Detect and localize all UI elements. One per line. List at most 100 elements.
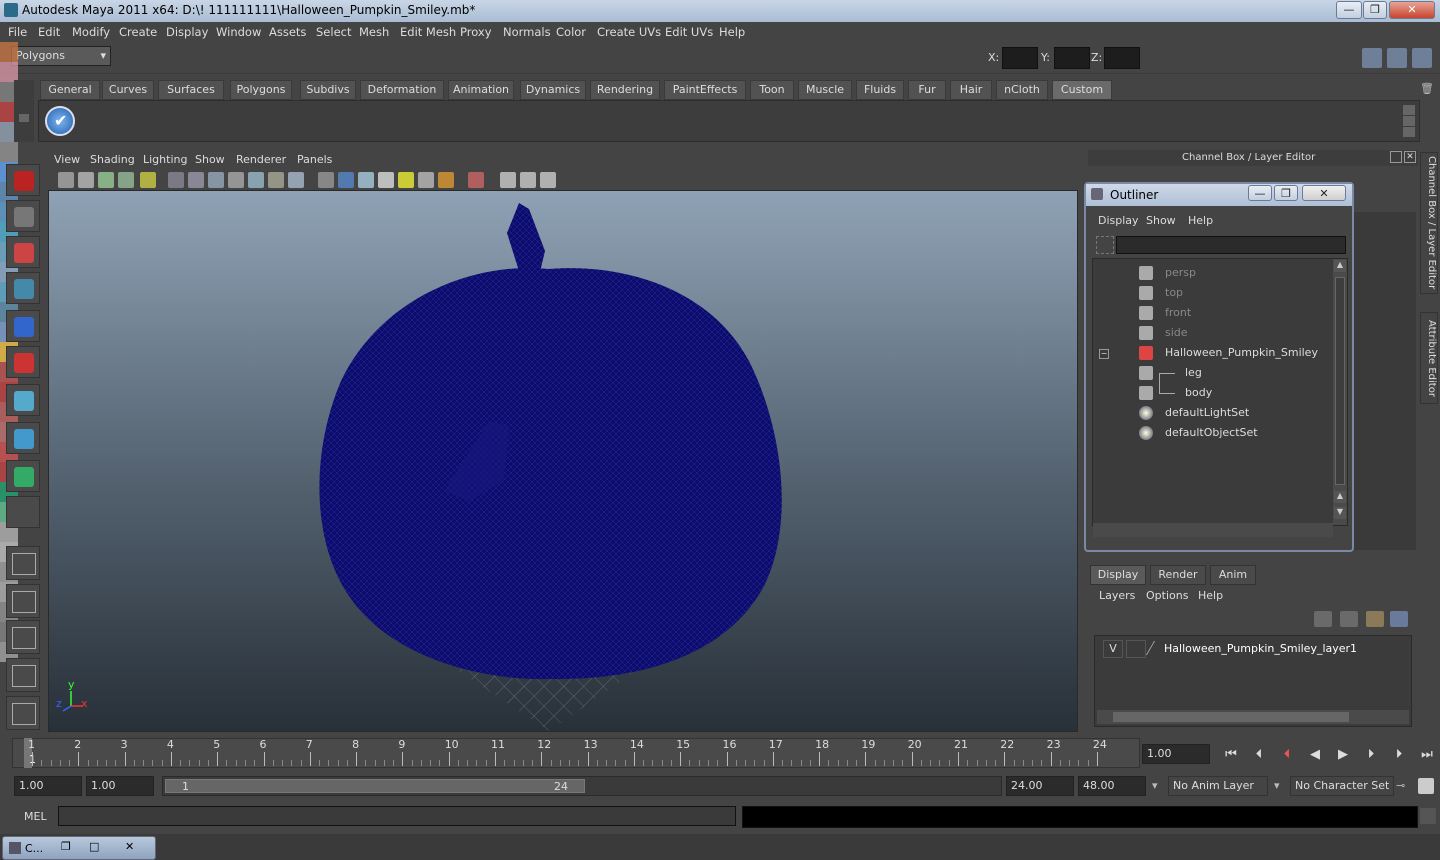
outliner-item[interactable]: − Halloween_Pumpkin_Smiley [1093, 343, 1329, 363]
viewport-toolbar-icon[interactable] [98, 172, 114, 188]
outliner-menu-display[interactable]: Display [1098, 214, 1139, 227]
playback-start-field[interactable]: 1.00 [86, 776, 154, 796]
viewport-menu-show[interactable]: Show [195, 153, 225, 166]
menu-display[interactable]: Display [166, 25, 208, 39]
tab-curves[interactable]: Curves [102, 80, 154, 100]
step-back-frame-icon[interactable]: ⏴ [1276, 744, 1298, 766]
toolbox-tool[interactable] [6, 460, 40, 492]
chevron-down-icon[interactable]: ▾ [1152, 779, 1158, 792]
outliner-menu-show[interactable]: Show [1146, 214, 1176, 227]
viewport-toolbar-icon[interactable] [78, 172, 94, 188]
toolbox-tool[interactable] [6, 200, 40, 232]
tab-ncloth[interactable]: nCloth [996, 80, 1048, 100]
layer-menu-options[interactable]: Options [1146, 589, 1188, 602]
outliner-menu-help[interactable]: Help [1188, 214, 1213, 227]
perspective-viewport[interactable]: y x z [48, 190, 1078, 732]
mode-select[interactable]: Polygons ▾ [11, 46, 111, 66]
viewport-toolbar-icon[interactable] [418, 172, 434, 188]
tab-subdivs[interactable]: Subdivs [300, 80, 356, 100]
menu-mesh[interactable]: Mesh [359, 25, 389, 39]
new-layer-selected-icon[interactable] [1390, 611, 1408, 627]
character-set-select[interactable]: No Character Set [1290, 776, 1394, 796]
tab-muscle[interactable]: Muscle [798, 80, 852, 100]
layout-button[interactable] [6, 696, 40, 730]
status-tool-icon[interactable] [0, 62, 18, 82]
toolbox-tool[interactable] [6, 496, 40, 528]
viewport-toolbar-icon[interactable] [58, 172, 74, 188]
minimize-button[interactable]: — [1336, 1, 1362, 19]
viewport-toolbar-icon[interactable] [500, 172, 516, 188]
viewport-toolbar-icon[interactable] [118, 172, 134, 188]
step-back-key-icon[interactable]: ⏴ [1248, 744, 1270, 766]
tab-fur[interactable]: Fur [908, 80, 946, 100]
chevron-down-icon[interactable]: ▾ [1274, 779, 1280, 792]
layout-button[interactable] [6, 584, 40, 618]
viewport-menu-shading[interactable]: Shading [90, 153, 135, 166]
maximize-icon[interactable]: □ [89, 840, 99, 853]
shelf-scroll[interactable] [1403, 105, 1415, 137]
attribute-editor-toggle-icon[interactable] [1387, 48, 1407, 68]
viewport-toolbar-icon[interactable] [378, 172, 394, 188]
key-icon[interactable]: ⊸ [1396, 779, 1405, 792]
channel-box-toggle-icon[interactable] [1362, 48, 1382, 68]
outliner-maximize-button[interactable]: ❐ [1274, 185, 1298, 201]
viewport-menu-lighting[interactable]: Lighting [143, 153, 187, 166]
viewport-toolbar-icon[interactable] [208, 172, 224, 188]
menu-select[interactable]: Select [316, 25, 351, 39]
range-slider-handle[interactable]: 1 24 [165, 779, 585, 793]
outliner-filter-icon[interactable] [1096, 236, 1114, 254]
tab-animation[interactable]: Animation [448, 80, 514, 100]
viewport-toolbar-icon[interactable] [188, 172, 204, 188]
viewport-menu-view[interactable]: View [54, 153, 80, 166]
anim-layer-select[interactable]: No Anim Layer [1168, 776, 1268, 796]
layer-tab-render[interactable]: Render [1150, 565, 1206, 585]
go-to-end-icon[interactable]: ⏭ [1416, 744, 1438, 766]
layer-tab-anim[interactable]: Anim [1210, 565, 1256, 585]
layout-button[interactable] [6, 658, 40, 692]
tab-rendering[interactable]: Rendering [590, 80, 660, 100]
end-time-field[interactable]: 48.00 [1078, 776, 1146, 796]
viewport-toolbar-icon[interactable] [318, 172, 334, 188]
viewport-toolbar-icon[interactable] [268, 172, 284, 188]
outliner-hscroll[interactable] [1093, 523, 1333, 537]
menu-edit-mesh[interactable]: Edit Mesh [400, 25, 456, 39]
tab-general[interactable]: General [40, 80, 100, 100]
custom-shelf-tool-icon[interactable]: ✔ [45, 106, 75, 136]
outliner-item[interactable]: defaultObjectSet [1093, 423, 1329, 443]
collapse-icon[interactable]: − [1099, 349, 1109, 359]
toolbox-tool[interactable] [6, 346, 40, 378]
tool-settings-toggle-icon[interactable] [1412, 48, 1432, 68]
viewport-toolbar-icon[interactable] [468, 172, 484, 188]
menu-modify[interactable]: Modify [72, 25, 110, 39]
viewport-toolbar-icon[interactable] [358, 172, 374, 188]
new-layer-icon[interactable] [1366, 611, 1384, 627]
viewport-toolbar-icon[interactable] [338, 172, 354, 188]
tab-custom[interactable]: Custom [1052, 80, 1112, 100]
viewport-toolbar-icon[interactable] [288, 172, 304, 188]
toolbox-tool[interactable] [6, 236, 40, 268]
step-forward-key-icon[interactable]: ⏵ [1388, 744, 1410, 766]
close-icon[interactable]: ✕ [125, 840, 134, 853]
viewport-toolbar-icon[interactable] [168, 172, 184, 188]
command-input[interactable] [58, 806, 736, 826]
anim-prefs-icon[interactable] [1418, 778, 1434, 794]
tab-channel-box[interactable]: Channel Box / Layer Editor [1420, 152, 1438, 294]
outliner-item[interactable]: top [1093, 283, 1329, 303]
layer-menu-help[interactable]: Help [1198, 589, 1223, 602]
menu-help[interactable]: Help [719, 25, 745, 39]
tab-painteffects[interactable]: PaintEffects [664, 80, 746, 100]
move-layer-up-icon[interactable] [1314, 611, 1332, 627]
layout-button[interactable] [6, 620, 40, 654]
tab-fluids[interactable]: Fluids [856, 80, 904, 100]
outliner-item[interactable]: leg [1093, 363, 1329, 383]
time-slider[interactable]: 1 12345678910111213141516171819202122232… [12, 738, 1140, 768]
layer-visibility-toggle[interactable]: V [1103, 640, 1123, 658]
outliner-close-button[interactable]: ✕ [1302, 185, 1346, 201]
play-backward-icon[interactable]: ◀ [1304, 744, 1326, 766]
status-tool-icon[interactable] [0, 142, 18, 162]
tab-toon[interactable]: Toon [750, 80, 794, 100]
step-forward-frame-icon[interactable]: ⏵ [1360, 744, 1382, 766]
menu-assets[interactable]: Assets [269, 25, 306, 39]
shelf-menu-handle[interactable] [14, 80, 34, 142]
menu-proxy[interactable]: Proxy [460, 25, 492, 39]
